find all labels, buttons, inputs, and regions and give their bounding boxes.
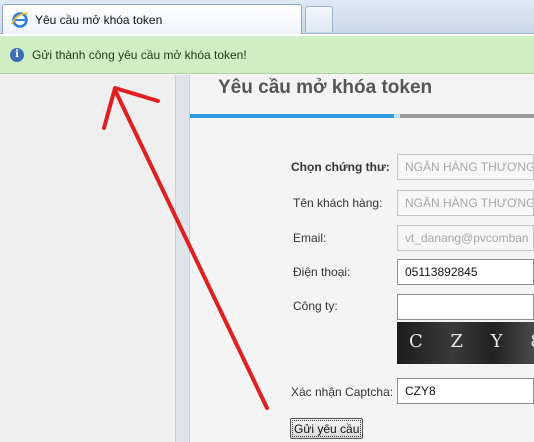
new-tab-button[interactable] xyxy=(305,6,333,32)
success-notification: i Gửi thành công yêu cầu mở khóa token! xyxy=(0,36,534,74)
browser-tab-strip: Yêu cầu mở khóa token xyxy=(0,0,534,34)
captcha-image-text: C Z Y 8 xyxy=(409,331,534,352)
left-sidebar xyxy=(0,75,175,442)
sidebar-splitter xyxy=(175,75,190,442)
header-rule xyxy=(400,114,534,118)
company-field[interactable] xyxy=(397,294,534,320)
captcha-input[interactable]: CZY8 xyxy=(397,378,534,404)
email-field[interactable]: vt_danang@pvcomban xyxy=(397,225,534,251)
phone-label: Điện thoại: xyxy=(293,265,351,279)
internet-explorer-icon xyxy=(11,11,29,28)
submit-request-button[interactable]: Gửi yêu cầu xyxy=(290,418,364,439)
page-title: Yêu cầu mở khóa token xyxy=(218,77,433,98)
certificate-select[interactable]: NGÂN HÀNG THƯƠNG xyxy=(397,154,534,180)
main-content: Yêu cầu mở khóa token Chọn chứng thư: NG… xyxy=(190,75,534,442)
captcha-label: Xác nhận Captcha: xyxy=(291,385,394,399)
browser-tab[interactable]: Yêu cầu mở khóa token xyxy=(2,4,302,34)
certificate-label: Chọn chứng thư: xyxy=(291,160,390,174)
browser-tab-title: Yêu cầu mở khóa token xyxy=(35,12,163,27)
email-label: Email: xyxy=(293,231,327,245)
info-icon: i xyxy=(10,47,24,62)
phone-field[interactable]: 05113892845 xyxy=(397,259,534,285)
company-label: Công ty: xyxy=(293,299,338,313)
customer-name-field[interactable]: NGÂN HÀNG THƯƠNG M xyxy=(397,190,534,216)
notification-text: Gửi thành công yêu cầu mở khóa token! xyxy=(32,47,247,62)
captcha-image: C Z Y 8 xyxy=(397,322,534,364)
customer-name-label: Tên khách hàng: xyxy=(293,196,383,210)
header-rule-accent xyxy=(190,114,394,118)
